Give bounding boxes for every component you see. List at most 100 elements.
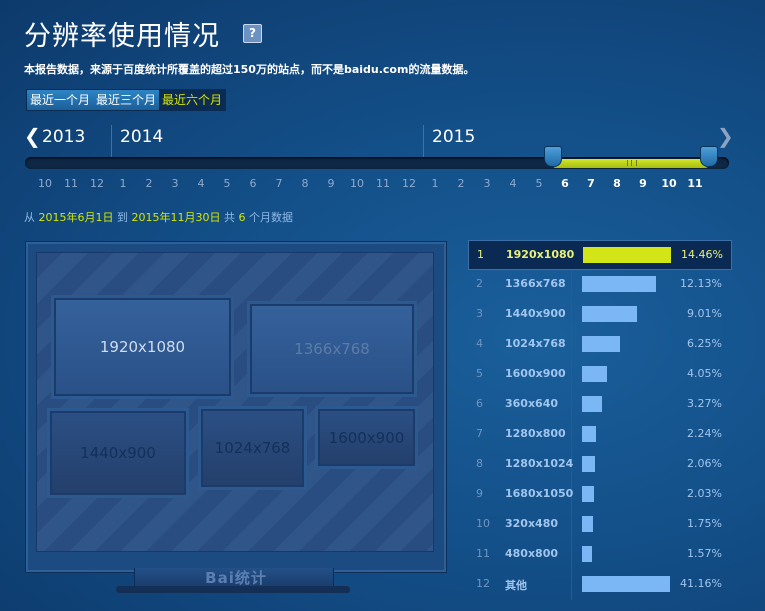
period-to-label: 到 (117, 211, 128, 224)
resolution-ranking: 1 1920x1080 14.46% 2 1366x768 12.13% 3 1440x900… (468, 240, 732, 600)
year-divider (111, 125, 112, 159)
resolution-name: 320x480 (505, 517, 559, 530)
period-end-date: 2015年11月30日 (131, 211, 221, 224)
month-tick[interactable]: 9 (321, 177, 341, 190)
rank-number: 2 (476, 277, 483, 290)
next-arrow-icon[interactable]: ❯ (717, 124, 734, 148)
tab-last-three-months[interactable]: 最近三个月 (93, 90, 160, 110)
table-row[interactable]: 2 1366x768 12.13% (468, 270, 730, 298)
month-tick[interactable]: 1 (425, 177, 445, 190)
month-tick[interactable]: 10 (35, 177, 55, 190)
resolution-tile: 1600x900 (318, 409, 415, 466)
table-row[interactable]: 6 360x640 3.27% (468, 390, 730, 418)
month-tick[interactable]: 4 (503, 177, 523, 190)
share-bar (582, 486, 595, 502)
year-label: 2013 (42, 127, 86, 147)
share-percent: 3.27% (687, 397, 722, 410)
table-row[interactable]: 11 480x800 1.57% (468, 540, 730, 568)
month-tick[interactable]: 11 (685, 177, 705, 190)
month-tick[interactable]: 9 (633, 177, 653, 190)
page-subtitle: 本报告数据，来源于百度统计所覆盖的超过150万的站点，而不是baidu.com的… (24, 63, 475, 76)
rank-number: 9 (476, 487, 483, 500)
table-row[interactable]: 9 1680x1050 2.03% (468, 480, 730, 508)
resolution-name: 1024x768 (505, 337, 566, 350)
period-total-label: 共 (224, 211, 235, 224)
resolution-name: 480x800 (505, 547, 559, 560)
rank-number: 3 (476, 307, 483, 320)
share-bar (582, 576, 670, 592)
table-row[interactable]: 8 1280x1024 2.06% (468, 450, 730, 478)
resolution-tile: 1366x768 (250, 304, 414, 394)
table-row[interactable]: 5 1600x900 4.05% (468, 360, 730, 388)
month-tick[interactable]: 11 (373, 177, 393, 190)
month-tick[interactable]: 5 (217, 177, 237, 190)
range-start-handle[interactable] (544, 146, 562, 167)
month-tick[interactable]: 3 (165, 177, 185, 190)
table-row[interactable]: 3 1440x900 9.01% (468, 300, 730, 328)
monitor-illustration: 1920x1080 1366x768 1440x900 1024x768 160… (26, 242, 446, 572)
share-percent: 6.25% (687, 337, 722, 350)
share-percent: 41.16% (680, 577, 722, 590)
share-bar (582, 426, 596, 442)
resolution-tile: 1024x768 (201, 409, 304, 487)
year-label: 2014 (120, 127, 164, 147)
month-tick[interactable]: 12 (87, 177, 107, 190)
month-tick[interactable]: 7 (269, 177, 289, 190)
selection-grip-icon[interactable] (627, 160, 637, 166)
share-bar (582, 306, 637, 322)
table-row[interactable]: 4 1024x768 6.25% (468, 330, 730, 358)
share-bar (582, 546, 592, 562)
month-tick[interactable]: 3 (477, 177, 497, 190)
month-tick[interactable]: 4 (191, 177, 211, 190)
month-tick[interactable]: 8 (295, 177, 315, 190)
period-summary: 从 2015年6月1日 到 2015年11月30日 共 6 个月数据 (24, 209, 293, 225)
tab-last-month[interactable]: 最近一个月 (27, 90, 94, 110)
month-tick[interactable]: 12 (399, 177, 419, 190)
month-tick[interactable]: 11 (61, 177, 81, 190)
resolution-name: 其他 (505, 579, 527, 592)
share-percent: 2.03% (687, 487, 722, 500)
month-tick[interactable]: 10 (659, 177, 679, 190)
share-percent: 1.57% (687, 547, 722, 560)
month-tick[interactable]: 7 (581, 177, 601, 190)
table-row[interactable]: 10 320x480 1.75% (468, 510, 730, 538)
table-row[interactable]: 12 其他 41.16% (468, 570, 730, 598)
prev-arrow-icon[interactable]: ❮ (24, 124, 41, 148)
tab-last-six-months[interactable]: 最近六个月 (159, 90, 226, 110)
year-label: 2015 (432, 127, 476, 147)
resolution-name: 1920x1080 (506, 248, 575, 261)
rank-number: 1 (477, 248, 484, 261)
page-title: 分辨率使用情况 (24, 21, 220, 52)
rank-number: 4 (476, 337, 483, 350)
resolution-name: 1600x900 (505, 367, 566, 380)
share-bar (582, 276, 656, 292)
month-tick[interactable]: 2 (139, 177, 159, 190)
share-percent: 9.01% (687, 307, 722, 320)
range-tabs: 最近一个月 最近三个月 最近六个月 (26, 89, 227, 111)
month-tick[interactable]: 6 (555, 177, 575, 190)
help-icon[interactable]: ? (243, 24, 262, 43)
month-tick[interactable]: 5 (529, 177, 549, 190)
share-percent: 14.46% (681, 248, 723, 261)
share-percent: 4.05% (687, 367, 722, 380)
share-bar (583, 247, 671, 263)
rank-number: 12 (476, 577, 490, 590)
rank-number: 10 (476, 517, 490, 530)
period-from-label: 从 (24, 211, 35, 224)
rank-number: 7 (476, 427, 483, 440)
monitor-screen: 1920x1080 1366x768 1440x900 1024x768 160… (36, 252, 434, 552)
month-tick[interactable]: 1 (113, 177, 133, 190)
resolution-name: 1366x768 (505, 277, 566, 290)
year-divider (423, 125, 424, 159)
resolution-name: 1440x900 (505, 307, 566, 320)
month-tick[interactable]: 6 (243, 177, 263, 190)
month-tick[interactable]: 2 (451, 177, 471, 190)
table-row[interactable]: 1 1920x1080 14.46% (468, 240, 732, 270)
share-bar (582, 456, 595, 472)
table-row[interactable]: 7 1280x800 2.24% (468, 420, 730, 448)
month-tick[interactable]: 8 (607, 177, 627, 190)
resolution-name: 1680x1050 (505, 487, 574, 500)
month-tick[interactable]: 10 (347, 177, 367, 190)
monitor-base (116, 586, 350, 593)
range-end-handle[interactable] (700, 146, 718, 167)
